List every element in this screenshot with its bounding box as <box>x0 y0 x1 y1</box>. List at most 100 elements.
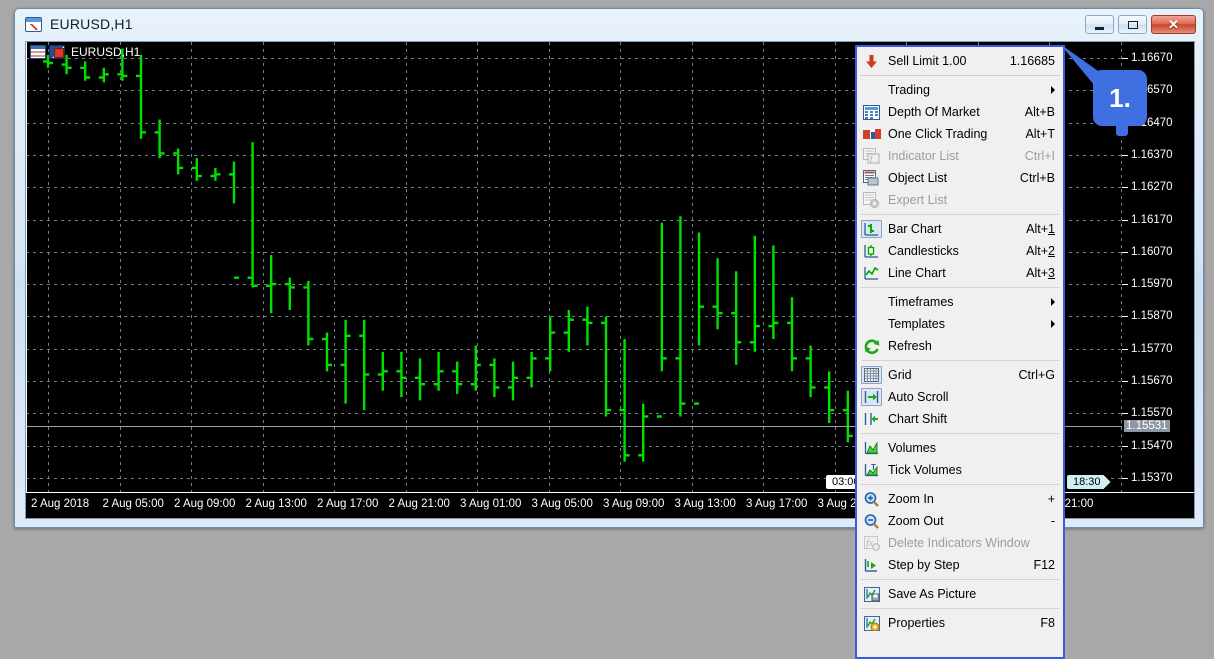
time-tick-label: 3 Aug 09:00 <box>603 498 665 510</box>
chart-window-icon <box>25 16 42 32</box>
menu-item-label: Object List <box>888 171 948 185</box>
menu-item-one-click-trading[interactable]: One Click Trading Alt+T <box>857 123 1063 145</box>
refresh-icon <box>861 337 882 355</box>
auto-scroll-icon <box>861 388 882 406</box>
menu-item-label: Save As Picture <box>888 587 977 601</box>
menu-item-refresh[interactable]: Refresh <box>857 335 1063 357</box>
menu-item-trading[interactable]: Trading <box>857 79 1063 101</box>
window-title-bar[interactable]: EURUSD,H1 ✕ <box>15 9 1203 39</box>
submenu-arrow-icon <box>1051 320 1055 328</box>
price-tick <box>1122 477 1128 479</box>
menu-item-sell-limit[interactable]: Sell Limit 1.00 1.16685 <box>857 49 1063 73</box>
menu-separator <box>861 287 1059 288</box>
menu-item-depth-of-market[interactable]: Depth Of Market Alt+B <box>857 101 1063 123</box>
price-tick-label: 1.15370 <box>1131 471 1173 484</box>
data-window-icon <box>30 45 46 59</box>
menu-item-label: Properties <box>888 616 945 630</box>
menu-item-tick-volumes[interactable]: T Tick Volumes <box>857 459 1063 481</box>
menu-separator <box>861 214 1059 215</box>
price-tick-label: 1.15470 <box>1131 439 1173 452</box>
menu-item-zoom-out[interactable]: Zoom Out - <box>857 510 1063 532</box>
properties-icon <box>861 614 882 632</box>
close-icon: ✕ <box>1168 17 1179 32</box>
window-title: EURUSD,H1 <box>50 16 133 32</box>
menu-item-grid[interactable]: Grid Ctrl+G <box>857 364 1063 386</box>
menu-body: Trading Depth Of Market Alt+B One Click Tra… <box>857 79 1063 634</box>
menu-item-chart-shift[interactable]: Chart Shift <box>857 408 1063 430</box>
menu-item-label: Depth Of Market <box>888 105 980 119</box>
no-icon <box>861 81 882 99</box>
menu-separator <box>861 579 1059 580</box>
price-tick-label: 1.15770 <box>1131 342 1173 355</box>
menu-item-label: Step by Step <box>888 558 960 572</box>
menu-item-expert-list: Expert List <box>857 189 1063 211</box>
chart-shift-icon <box>861 410 882 428</box>
menu-item-label: Trading <box>888 83 930 97</box>
chart-legend: EURUSD,H1 <box>30 45 140 59</box>
price-tick-label: 1.16670 <box>1131 52 1173 65</box>
menu-item-volumes[interactable]: Volumes <box>857 437 1063 459</box>
menu-item-object-list[interactable]: Object List Ctrl+B <box>857 167 1063 189</box>
menu-item-shortcut: Ctrl+I <box>1024 149 1055 163</box>
menu-item-label: Timeframes <box>888 295 954 309</box>
time-tick-label: 2 Aug 09:00 <box>174 498 236 510</box>
time-tick-label: 3 Aug 17:00 <box>746 498 808 510</box>
price-tick <box>1122 316 1128 318</box>
price-tick-label: 1.16370 <box>1131 149 1173 161</box>
chart-context-menu[interactable]: Sell Limit 1.00 1.16685 Trading Depth Of … <box>855 45 1065 659</box>
annotation-label: 1. <box>1109 82 1131 113</box>
time-tick-label: 3 Aug 05:00 <box>531 498 593 510</box>
time-tick-label: 2 Aug 2018 <box>31 498 90 510</box>
step-by-step-icon <box>861 556 882 574</box>
menu-item-step-by-step[interactable]: Step by Step F12 <box>857 554 1063 576</box>
menu-item-properties[interactable]: Properties F8 <box>857 612 1063 634</box>
menu-item-shortcut: Ctrl+B <box>1019 171 1055 185</box>
minimize-icon <box>1095 26 1104 30</box>
menu-item-label: Zoom Out <box>888 514 944 528</box>
price-tick-label: 1.15970 <box>1131 278 1173 291</box>
sell-arrow-icon <box>861 52 882 70</box>
maximize-button[interactable] <box>1118 15 1147 34</box>
menu-separator <box>861 433 1059 434</box>
zoom-in-icon <box>861 490 882 508</box>
sell-limit-label: Sell Limit 1.00 <box>888 54 967 68</box>
volumes-icon <box>861 439 882 457</box>
menu-item-line-chart[interactable]: Line Chart Alt+3 <box>857 262 1063 284</box>
svg-text:T: T <box>871 463 876 472</box>
menu-item-label: Grid <box>888 368 912 382</box>
menu-item-label: Bar Chart <box>888 222 942 236</box>
object-list-icon <box>861 169 882 187</box>
time-tick-label: 3 Aug 01:00 <box>460 498 522 510</box>
menu-item-candlesticks[interactable]: Candlesticks Alt+2 <box>857 240 1063 262</box>
no-icon <box>861 293 882 311</box>
menu-item-shortcut: Alt+3 <box>1026 266 1055 280</box>
indicator-list-icon: f <box>861 147 882 165</box>
price-tick <box>1122 381 1128 382</box>
menu-item-templates[interactable]: Templates <box>857 313 1063 335</box>
menu-separator <box>861 608 1059 609</box>
price-tick <box>1122 413 1128 415</box>
time-tick-label: 2 Aug 17:00 <box>317 498 379 510</box>
tick-volumes-icon: T <box>861 461 882 479</box>
menu-item-timeframes[interactable]: Timeframes <box>857 291 1063 313</box>
menu-separator <box>860 75 1060 76</box>
close-button[interactable]: ✕ <box>1151 15 1196 34</box>
menu-item-label: Candlesticks <box>888 244 959 258</box>
save-as-picture-icon <box>861 585 882 603</box>
price-tick <box>1122 348 1128 350</box>
menu-item-zoom-in[interactable]: Zoom In + <box>857 488 1063 510</box>
line-chart-icon <box>861 264 882 282</box>
minimize-button[interactable] <box>1085 15 1114 34</box>
time-tick-label: 2 Aug 21:00 <box>388 498 450 510</box>
menu-item-label: Auto Scroll <box>888 390 949 404</box>
menu-item-bar-chart[interactable]: Bar Chart Alt+1 <box>857 218 1063 240</box>
menu-item-label: Zoom In <box>888 492 934 506</box>
menu-item-indicator-list: f Indicator List Ctrl+I <box>857 145 1063 167</box>
one-click-trading-icon <box>861 125 882 143</box>
menu-item-label: Volumes <box>888 441 936 455</box>
menu-item-auto-scroll[interactable]: Auto Scroll <box>857 386 1063 408</box>
price-tick <box>1122 445 1128 447</box>
menu-separator <box>861 360 1059 361</box>
menu-item-save-as-picture[interactable]: Save As Picture <box>857 583 1063 605</box>
menu-item-shortcut: F8 <box>1040 616 1055 630</box>
